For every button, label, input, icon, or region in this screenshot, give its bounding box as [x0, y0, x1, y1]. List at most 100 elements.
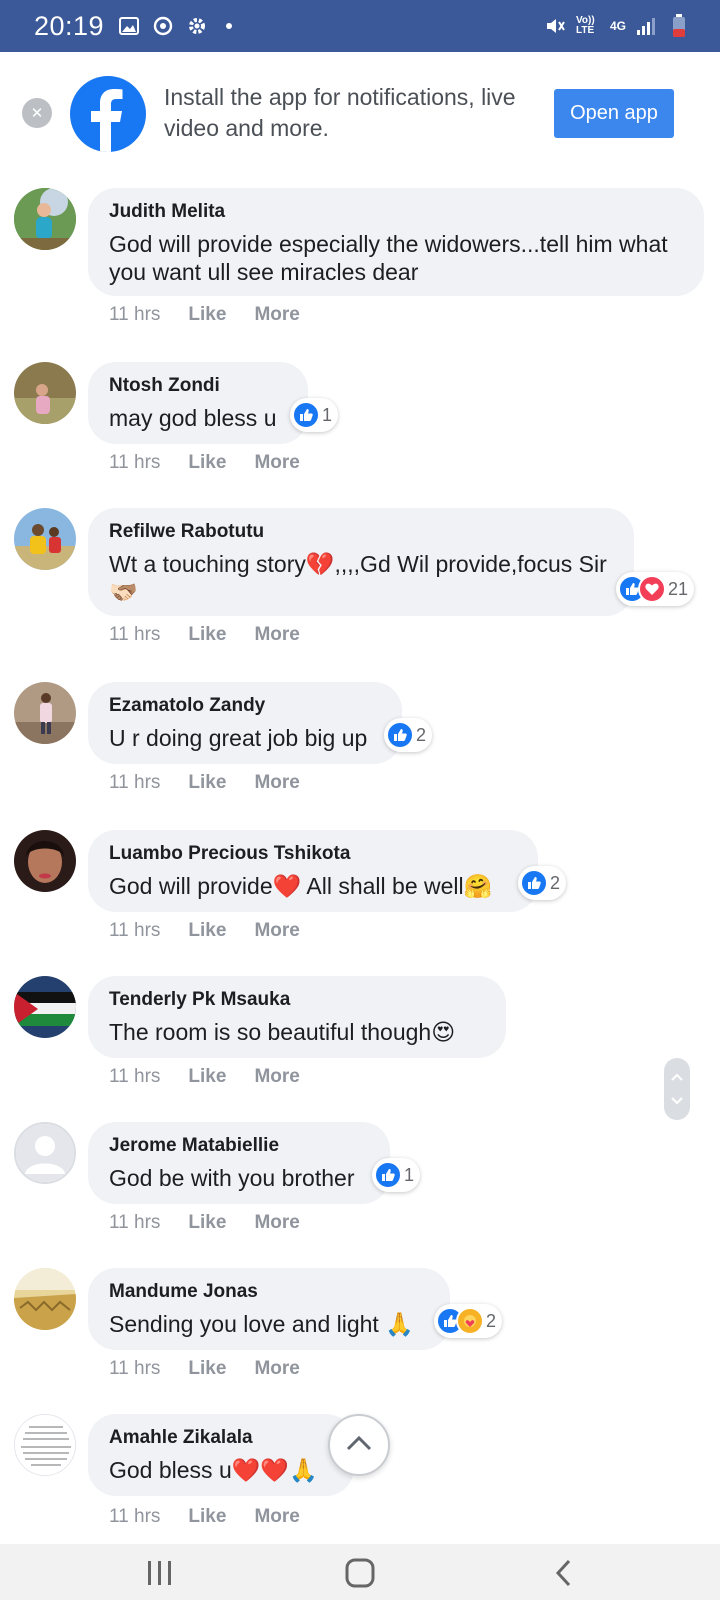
comment-text: God bless u❤️❤️🙏: [109, 1457, 318, 1483]
like-button[interactable]: Like: [188, 1358, 226, 1380]
close-banner-button[interactable]: ✕: [22, 98, 52, 128]
comment-text: Wt a touching story💔,,,,Gd Wil provide,f…: [109, 551, 607, 605]
comment-actions: 11 hrs Like More: [109, 1212, 300, 1234]
comment-text: may god bless u: [109, 405, 277, 431]
comment-time[interactable]: 11 hrs: [109, 624, 160, 646]
comment-actions: 11 hrs Like More: [109, 1358, 300, 1380]
like-button[interactable]: Like: [188, 452, 226, 474]
comment-time[interactable]: 11 hrs: [109, 1212, 160, 1234]
status-bar: 20:19 Vo)) LTE 4G: [0, 0, 720, 52]
comment-actions: 11 hrs Like More: [109, 1506, 300, 1528]
comment-text: Sending you love and light 🙏: [109, 1311, 414, 1337]
avatar[interactable]: [14, 188, 76, 250]
mute-icon: [544, 15, 566, 37]
like-reaction-icon: [374, 1161, 402, 1189]
like-button[interactable]: Like: [188, 1212, 226, 1234]
comment-bubble[interactable]: Ntosh Zondi may god bless u: [88, 362, 308, 444]
like-button[interactable]: Like: [188, 624, 226, 646]
comment-author[interactable]: Ntosh Zondi: [109, 374, 288, 398]
comment-actions: 11 hrs Like More: [109, 452, 300, 474]
like-button[interactable]: Like: [188, 772, 226, 794]
comment-time[interactable]: 11 hrs: [109, 304, 160, 326]
system-navigation-bar: [0, 1544, 720, 1600]
comment-time[interactable]: 11 hrs: [109, 1506, 160, 1528]
reaction-summary[interactable]: 2: [434, 1304, 503, 1338]
reaction-summary[interactable]: 1: [290, 398, 339, 432]
more-button[interactable]: More: [254, 624, 299, 646]
comment-author[interactable]: Tenderly Pk Msauka: [109, 988, 486, 1012]
comment-author[interactable]: Judith Melita: [109, 200, 684, 224]
back-button[interactable]: [544, 1556, 584, 1590]
comment-time[interactable]: 11 hrs: [109, 1358, 160, 1380]
comment-text: The room is so beautiful though😍: [109, 1019, 456, 1045]
open-app-button[interactable]: Open app: [554, 89, 674, 138]
comment-bubble[interactable]: Luambo Precious Tshikota God will provid…: [88, 830, 538, 912]
comment-actions: 11 hrs Like More: [109, 920, 300, 942]
comment-bubble[interactable]: Amahle Zikalala God bless u❤️❤️🙏: [88, 1414, 354, 1496]
comment-bubble[interactable]: Tenderly Pk Msauka The room is so beauti…: [88, 976, 506, 1058]
comment-actions: 11 hrs Like More: [109, 1066, 300, 1088]
like-button[interactable]: Like: [188, 1066, 226, 1088]
avatar[interactable]: [14, 1414, 76, 1476]
comment-bubble[interactable]: Refilwe Rabotutu Wt a touching story💔,,,…: [88, 508, 634, 616]
more-button[interactable]: More: [254, 1506, 299, 1528]
comment-text: God be with you brother: [109, 1165, 355, 1191]
reaction-count: 21: [668, 578, 689, 599]
reaction-summary[interactable]: 2: [384, 718, 433, 752]
volte-icon: Vo)) LTE: [575, 15, 595, 36]
more-button[interactable]: More: [254, 1212, 299, 1234]
home-button[interactable]: [340, 1556, 380, 1590]
comment-author[interactable]: Mandume Jonas: [109, 1280, 430, 1304]
avatar[interactable]: [14, 362, 76, 424]
more-button[interactable]: More: [254, 304, 299, 326]
comment-time[interactable]: 11 hrs: [109, 1066, 160, 1088]
avatar[interactable]: [14, 1122, 76, 1184]
care-reaction-icon: [456, 1307, 484, 1335]
comment-bubble[interactable]: Ezamatolo Zandy U r doing great job big …: [88, 682, 402, 764]
comment-bubble[interactable]: Mandume Jonas Sending you love and light…: [88, 1268, 450, 1350]
more-button[interactable]: More: [254, 452, 299, 474]
comment-text: God will provide especially the widowers…: [109, 231, 668, 285]
more-button[interactable]: More: [254, 772, 299, 794]
avatar[interactable]: [14, 976, 76, 1038]
comment-author[interactable]: Jerome Matabiellie: [109, 1134, 370, 1158]
close-icon: ✕: [30, 105, 44, 122]
reaction-summary[interactable]: 1: [372, 1158, 421, 1192]
notification-dot: [226, 23, 233, 29]
more-button[interactable]: More: [254, 1066, 299, 1088]
chevron-down-icon: [671, 1092, 683, 1110]
battery-icon: [668, 14, 690, 37]
avatar[interactable]: [14, 830, 76, 892]
like-button[interactable]: Like: [188, 1506, 226, 1528]
recent-apps-button[interactable]: [140, 1556, 180, 1590]
comment-author[interactable]: Amahle Zikalala: [109, 1426, 334, 1450]
reaction-summary[interactable]: 2: [518, 866, 567, 900]
reaction-count: 2: [416, 724, 427, 745]
reaction-count: 2: [550, 872, 561, 893]
network-type: 4G: [609, 19, 626, 33]
fast-scroll-handle[interactable]: [664, 1058, 690, 1120]
like-button[interactable]: Like: [188, 304, 226, 326]
reaction-count: 1: [322, 404, 333, 425]
reaction-count: 2: [486, 1310, 497, 1331]
sync-icon: [152, 15, 174, 37]
comment-time[interactable]: 11 hrs: [109, 920, 160, 942]
more-button[interactable]: More: [254, 1358, 299, 1380]
comment-bubble[interactable]: Jerome Matabiellie God be with you broth…: [88, 1122, 390, 1204]
comment-author[interactable]: Refilwe Rabotutu: [109, 520, 614, 544]
comment-time[interactable]: 11 hrs: [109, 452, 160, 474]
like-reaction-icon: [386, 721, 414, 749]
more-button[interactable]: More: [254, 920, 299, 942]
like-reaction-icon: [520, 869, 548, 897]
comment-actions: 11 hrs Like More: [109, 772, 300, 794]
scroll-to-top-button[interactable]: [328, 1414, 390, 1476]
comment-author[interactable]: Ezamatolo Zandy: [109, 694, 382, 718]
comment-author[interactable]: Luambo Precious Tshikota: [109, 842, 518, 866]
avatar[interactable]: [14, 508, 76, 570]
reaction-summary[interactable]: 21: [616, 572, 695, 606]
avatar[interactable]: [14, 1268, 76, 1330]
comment-time[interactable]: 11 hrs: [109, 772, 160, 794]
avatar[interactable]: [14, 682, 76, 744]
like-button[interactable]: Like: [188, 920, 226, 942]
comment-bubble[interactable]: Judith Melita God will provide especiall…: [88, 188, 704, 296]
